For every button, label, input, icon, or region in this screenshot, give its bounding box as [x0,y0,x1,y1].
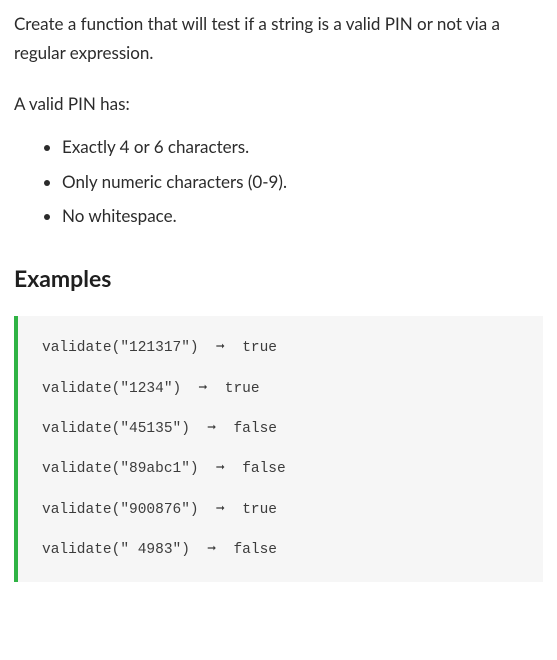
code-call: validate("900876") [42,502,199,518]
code-result: true [242,340,277,356]
code-result: true [225,381,260,397]
arrow-icon: ➞ [207,419,216,439]
code-result: false [242,461,286,477]
arrow-icon: ➞ [216,459,225,479]
code-result: false [233,542,277,558]
code-call: validate("121317") [42,340,199,356]
arrow-icon: ➞ [199,379,208,399]
code-line: validate("121317") ➞ true [42,338,521,358]
rules-subhead: A valid PIN has: [14,90,543,119]
problem-intro: Create a function that will test if a st… [14,10,543,68]
list-item: No whitespace. [62,202,543,231]
list-item: Only numeric characters (0-9). [62,168,543,197]
code-call: validate("45135") [42,421,190,437]
code-line: validate("1234") ➞ true [42,379,521,399]
code-line: validate("900876") ➞ true [42,500,521,520]
examples-code-block: validate("121317") ➞ true validate("1234… [14,316,543,582]
code-result: true [242,502,277,518]
code-call: validate("1234") [42,381,181,397]
examples-heading: Examples [14,259,543,298]
code-call: validate(" 4983") [42,542,190,558]
code-call: validate("89abc1") [42,461,199,477]
rules-list: Exactly 4 or 6 characters. Only numeric … [14,133,543,232]
code-line: validate(" 4983") ➞ false [42,540,521,560]
code-result: false [233,421,277,437]
list-item: Exactly 4 or 6 characters. [62,133,543,162]
code-line: validate("89abc1") ➞ false [42,459,521,479]
code-line: validate("45135") ➞ false [42,419,521,439]
arrow-icon: ➞ [216,338,225,358]
arrow-icon: ➞ [216,500,225,520]
arrow-icon: ➞ [207,540,216,560]
